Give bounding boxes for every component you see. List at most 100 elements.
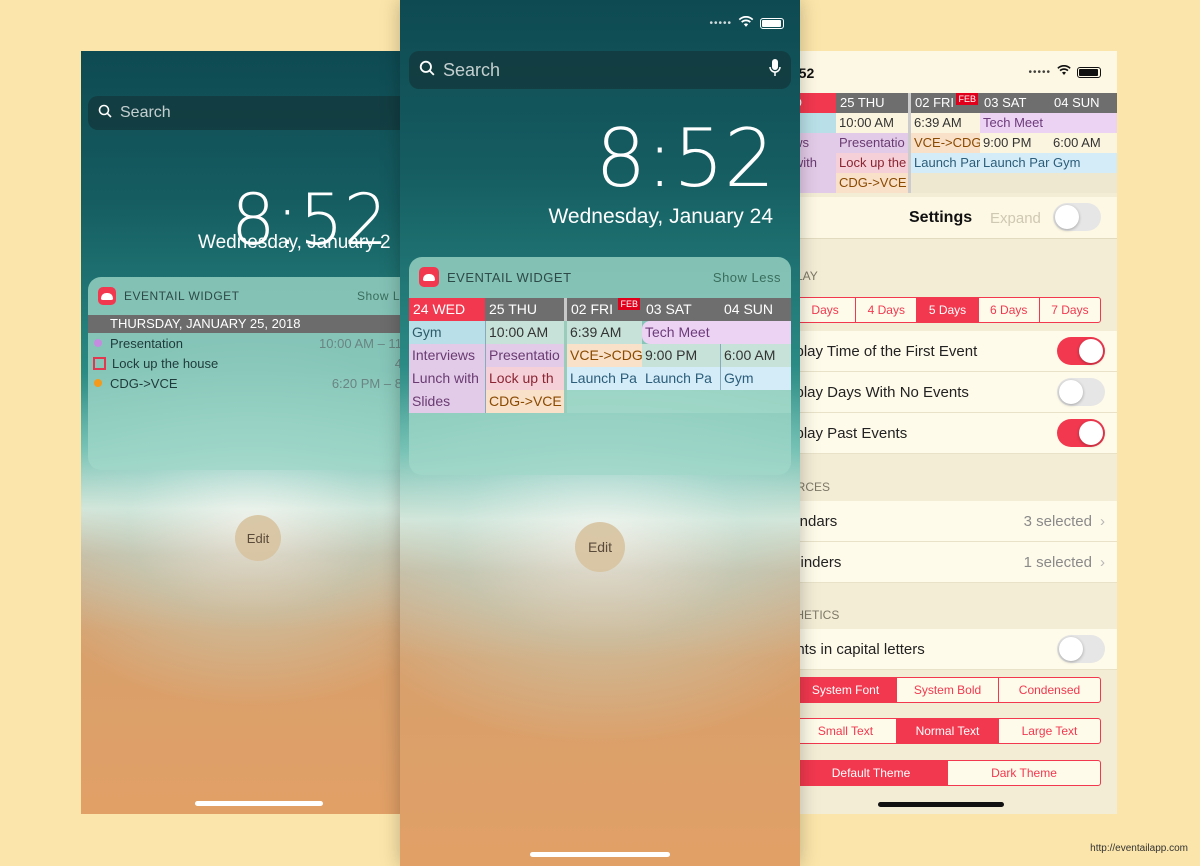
widget-title: EVENTAIL WIDGET (447, 269, 572, 285)
time-cell: 10:00 AM (836, 113, 908, 133)
segment-option[interactable]: Dark Theme (947, 761, 1100, 785)
chevron-right-icon: › (1100, 553, 1105, 571)
time-cell: 6:39 AM (908, 113, 980, 133)
text-size-segmented-control[interactable]: Small Text Normal Text Large Text (794, 718, 1101, 744)
time-cell: 6:00 AM (1050, 133, 1117, 153)
lock-date: Wednesday, January 2 (198, 232, 391, 253)
segment-option[interactable]: Normal Text (896, 719, 998, 743)
event-cell[interactable]: Lunch with (409, 367, 485, 390)
status-bar: :52 ••••• (780, 51, 1117, 93)
event-cell[interactable]: Lock up th (485, 367, 564, 390)
theme-segmented-control[interactable]: Default Theme Dark Theme (794, 760, 1101, 786)
selection-count: 3 selected (1023, 512, 1092, 530)
segment-option[interactable]: 6 Days (977, 298, 1039, 322)
event-cell[interactable]: Launch Par (980, 153, 1050, 173)
segment-option[interactable]: System Bold (896, 678, 998, 702)
segment-option[interactable]: 4 Days (855, 298, 916, 322)
empty-cell (980, 173, 1050, 193)
segment-option[interactable]: Days (795, 298, 855, 322)
edit-button[interactable]: Edit (575, 522, 625, 572)
middle-lockscreen: ••••• Search 8:52 Wednesday, January 24 … (400, 0, 800, 866)
month-badge: FEB (618, 298, 640, 310)
home-indicator (530, 852, 670, 857)
days-no-events-toggle[interactable] (1057, 378, 1105, 406)
week-grid-body: Gym 10:00 AM 6:39 AM Tech Meet Interview… (409, 321, 791, 475)
event-cell[interactable]: Presentatio (485, 344, 564, 367)
reminder-checkbox-icon[interactable] (93, 356, 106, 370)
segment-option[interactable]: 5 Days (916, 298, 978, 322)
time-cell: 6:39 AM (564, 321, 642, 344)
event-list: Presentation 10:00 AM – 11:00 Lock up the … (88, 333, 421, 393)
event-cell[interactable]: VCE->CDG (908, 133, 980, 153)
event-cell[interactable]: Tech Meet (980, 113, 1117, 133)
section-header-sources: URCES (788, 480, 831, 494)
font-segmented-control[interactable]: System Font System Bold Condensed (794, 677, 1101, 703)
settings-screen: :52 ••••• ED 25 THU 02 FRIFEB 03 SAT 04 … (780, 51, 1117, 814)
segment-option[interactable]: Small Text (795, 719, 896, 743)
calendars-row[interactable]: lendars 3 selected › (780, 501, 1117, 542)
search-input[interactable]: Search (409, 51, 791, 89)
day-header: 25 THU (836, 93, 908, 113)
expand-label: Expand (990, 210, 1041, 227)
microphone-icon[interactable] (769, 58, 781, 83)
calendar-dot-icon (94, 379, 102, 387)
days-segmented-control[interactable]: Days 4 Days 5 Days 6 Days 7 Days (794, 297, 1101, 323)
event-cell[interactable]: Launch Pa (564, 367, 642, 390)
day-header: 03 SAT (980, 93, 1050, 113)
eventail-widget[interactable]: EVENTAIL WIDGET Show L THURSDAY, JANUARY… (88, 277, 421, 470)
footer-url[interactable]: http://eventailapp.com (1090, 843, 1188, 854)
show-less-button[interactable]: Show L (357, 289, 400, 303)
setting-row[interactable]: splay Days With No Events (780, 372, 1117, 413)
event-cell[interactable]: Launch Pa (642, 367, 720, 390)
empty-cell (908, 173, 980, 193)
left-lockscreen: ••••• Search 8:52 Wednesday, January 2 E… (81, 51, 421, 814)
first-event-time-toggle[interactable] (1057, 337, 1105, 365)
event-cell[interactable]: Presentatio (836, 133, 908, 153)
show-less-button[interactable]: Show Less (713, 270, 781, 285)
expand-toggle[interactable] (1053, 203, 1101, 231)
eventail-widget[interactable]: EVENTAIL WIDGET Show Less 24 WED 25 THU … (409, 257, 791, 475)
nav-bar: Settings Expand (780, 197, 1117, 239)
home-indicator (878, 802, 1004, 807)
capital-letters-row[interactable]: ents in capital letters (780, 629, 1117, 670)
setting-label: splay Time of the First Event (788, 342, 978, 360)
empty-cell (1050, 173, 1117, 193)
empty-cell (564, 390, 642, 413)
capital-letters-toggle[interactable] (1057, 635, 1105, 663)
search-placeholder: Search (120, 104, 171, 121)
segment-option[interactable]: System Font (795, 678, 896, 702)
event-cell[interactable]: Gym (720, 367, 791, 390)
segment-option[interactable]: Default Theme (795, 761, 947, 785)
signal-icon: ••••• (709, 18, 732, 29)
search-input[interactable]: Search (88, 96, 421, 130)
lock-date: Wednesday, January 24 (548, 205, 773, 228)
middle-status-bar: ••••• (709, 15, 784, 31)
search-placeholder: Search (443, 59, 501, 80)
segment-option[interactable]: 7 Days (1038, 298, 1100, 322)
segment-option[interactable]: Large Text (998, 719, 1100, 743)
event-cell[interactable]: Gym (1050, 153, 1117, 173)
setting-row[interactable]: splay Past Events (780, 413, 1117, 454)
wifi-icon (738, 15, 754, 31)
reminders-row[interactable]: minders 1 selected › (780, 542, 1117, 583)
event-cell[interactable]: Launch Par (908, 153, 980, 173)
past-events-toggle[interactable] (1057, 419, 1105, 447)
time-cell: 10:00 AM (485, 321, 564, 344)
event-row[interactable]: Presentation 10:00 AM – 11:00 (88, 333, 421, 353)
event-cell[interactable]: Slides (409, 390, 485, 413)
event-cell[interactable]: CDG->VCE (485, 390, 564, 413)
event-row[interactable]: Lock up the house4:00 (88, 353, 421, 373)
event-cell[interactable]: Interviews (409, 344, 485, 367)
edit-button[interactable]: Edit (235, 515, 281, 561)
event-cell[interactable]: VCE->CDG (564, 344, 642, 367)
segment-option[interactable]: Condensed (998, 678, 1100, 702)
page-title: Settings (909, 209, 973, 226)
event-cell[interactable]: Tech Meet (642, 321, 791, 344)
event-row[interactable]: CDG->VCE 6:20 PM – 8:00 (88, 373, 421, 393)
event-cell[interactable]: Gym (409, 321, 485, 344)
setting-row[interactable]: splay Time of the First Event (780, 331, 1117, 372)
empty-cell (720, 390, 791, 413)
event-cell[interactable]: Lock up the (836, 153, 908, 173)
preview-grid: ED 25 THU 02 FRIFEB 03 SAT 04 SUN 10:00 … (780, 93, 1117, 193)
event-cell[interactable]: CDG->VCE (836, 173, 908, 193)
